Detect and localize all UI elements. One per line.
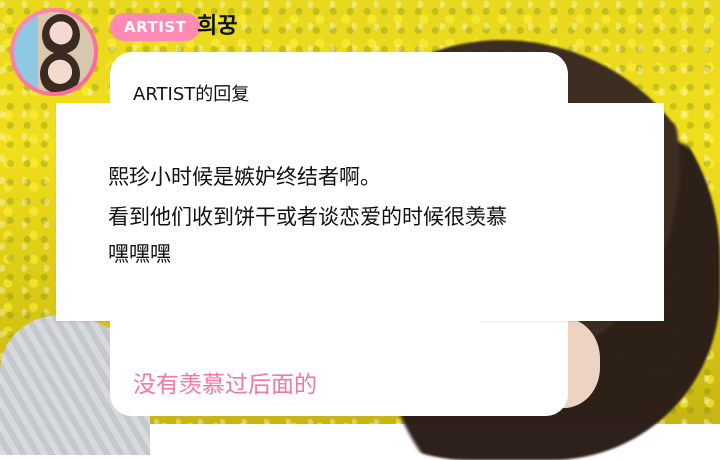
username[interactable]: 희꿍	[197, 8, 237, 40]
avatar-photo-bottom	[40, 52, 80, 92]
quoted-line: 嘿嘿嘿	[108, 242, 171, 266]
artist-badge: ARTIST	[110, 13, 201, 41]
avatar[interactable]	[10, 8, 98, 96]
answer-text: 没有羡慕过后面的	[133, 372, 317, 398]
quoted-message-card: 熙珍小时候是嫉妒终结者啊。 看到他们收到饼干或者谈恋爱的时候很羡慕 嘿嘿嘿	[56, 103, 664, 321]
quoted-line: 熙珍小时候是嫉妒终结者啊。	[108, 165, 381, 189]
quoted-line: 看到他们收到饼干或者谈恋爱的时候很羡慕	[108, 205, 507, 229]
message-timestamp: 11:45	[493, 392, 542, 412]
avatar-icon	[14, 12, 94, 92]
avatar-photo-top	[42, 14, 80, 56]
